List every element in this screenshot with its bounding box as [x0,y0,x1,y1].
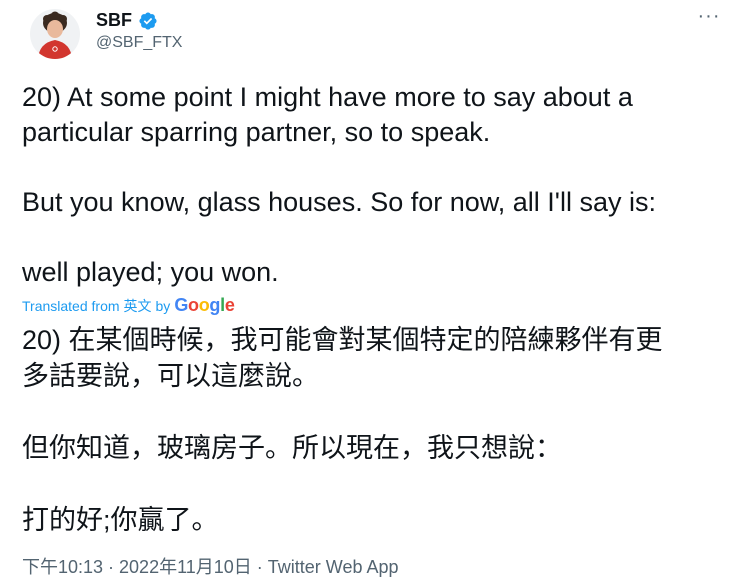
translated-text: 20) 在某個時候，我可能會對某個特定的陪練夥伴有更 多話要說，可以這麼說。 但… [22,325,663,535]
display-name[interactable]: SBF [96,10,132,31]
tweet-text: 20) At some point I might have more to s… [22,82,656,287]
avatar[interactable] [30,9,80,59]
google-logo: Google [174,295,235,315]
translated-by-label: by [155,297,171,314]
more-options-icon[interactable]: ··· [694,6,724,30]
tweet-header: SBF @SBF_FTX ··· [20,6,720,59]
tweet-timestamp[interactable]: 下午10:13 · 2022年11月10日 · Twitter Web App [22,553,399,579]
verified-badge-icon [139,11,157,30]
handle[interactable]: @SBF_FTX [96,34,182,52]
translation-attribution: Translated from 英文 by Google [22,295,235,316]
translated-from-label: Translated from [22,297,120,314]
source-language: 英文 [123,297,152,314]
